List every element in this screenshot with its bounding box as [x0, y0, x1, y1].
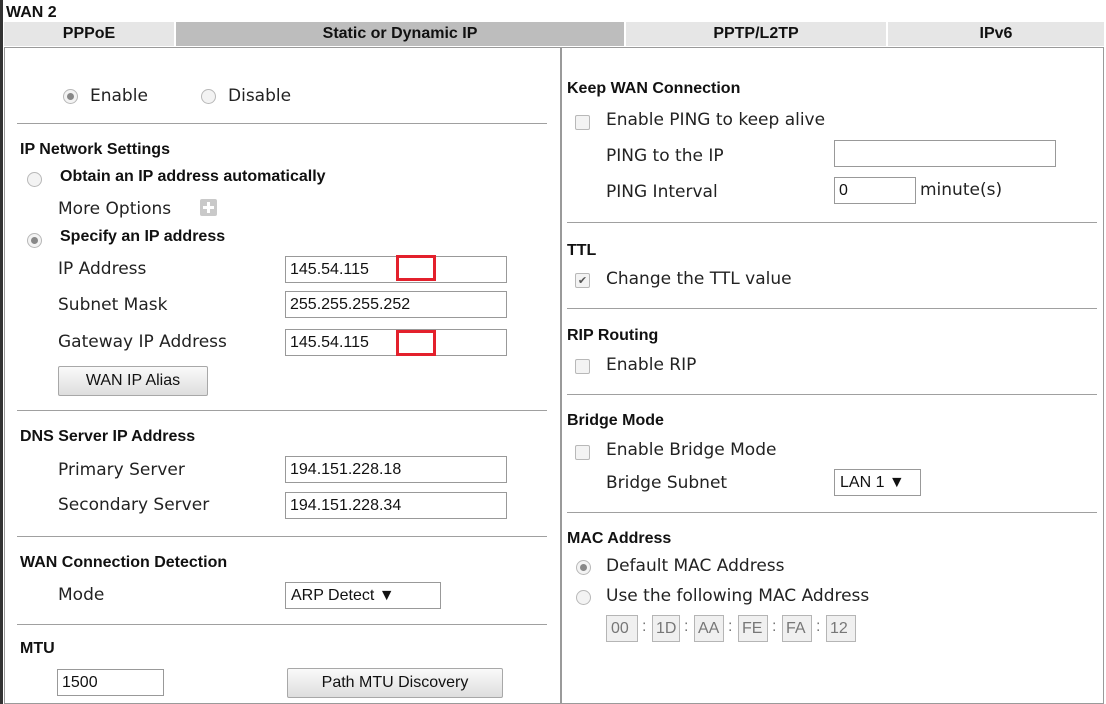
bridge-subnet-label: Bridge Subnet: [606, 473, 728, 493]
rip-heading: RIP Routing: [567, 327, 659, 344]
ttl-heading: TTL: [567, 242, 597, 259]
dns-heading: DNS Server IP Address: [20, 428, 196, 445]
enable-ping-label: Enable PING to keep alive: [606, 110, 826, 130]
subnet-mask-input[interactable]: 255.255.255.252: [285, 291, 507, 318]
more-options-label: More Options: [58, 199, 172, 219]
change-ttl-checkbox[interactable]: ✔: [575, 273, 590, 288]
specify-ip-radio[interactable]: [27, 233, 42, 248]
ping-interval-label: PING Interval: [606, 182, 718, 202]
tab-pptp-l2tp[interactable]: PPTP/L2TP: [626, 22, 888, 46]
enable-ping-checkbox[interactable]: [575, 115, 590, 130]
ip-address-label: IP Address: [58, 259, 147, 279]
disable-label: Disable: [228, 86, 292, 106]
enable-rip-checkbox[interactable]: [575, 359, 590, 374]
enable-label: Enable: [90, 86, 148, 106]
keep-wan-heading: Keep WAN Connection: [567, 80, 741, 97]
wan-ip-alias-button[interactable]: WAN IP Alias: [58, 366, 208, 396]
mac-separator: :: [816, 618, 821, 635]
primary-server-input[interactable]: 194.151.228.18: [285, 456, 507, 483]
path-mtu-discovery-button[interactable]: Path MTU Discovery: [287, 668, 503, 698]
primary-server-label: Primary Server: [58, 460, 185, 480]
obtain-auto-label: Obtain an IP address automatically: [60, 168, 326, 185]
mode-label: Mode: [58, 585, 105, 605]
enable-bridge-checkbox[interactable]: [575, 445, 590, 460]
mac-octet-input[interactable]: AA: [694, 615, 724, 642]
redaction-box: [396, 330, 436, 356]
tab-static-dynamic-ip[interactable]: Static or Dynamic IP: [176, 22, 626, 46]
enable-bridge-label: Enable Bridge Mode: [606, 440, 777, 460]
mac-octet-input[interactable]: 00: [606, 615, 638, 642]
divider: [17, 123, 547, 124]
secondary-server-input[interactable]: 194.151.228.34: [285, 492, 507, 519]
divider: [567, 222, 1097, 223]
divider: [567, 512, 1097, 513]
mac-octet-input[interactable]: 1D: [652, 615, 680, 642]
tab-bar: PPPoE Static or Dynamic IP PPTP/L2TP IPv…: [4, 22, 1104, 46]
divider: [567, 308, 1097, 309]
gateway-label: Gateway IP Address: [58, 332, 227, 352]
enable-rip-label: Enable RIP: [606, 355, 697, 375]
ping-ip-label: PING to the IP: [606, 146, 724, 166]
mtu-heading: MTU: [20, 640, 55, 657]
ip-network-heading: IP Network Settings: [20, 141, 170, 158]
mode-select[interactable]: ARP Detect ▼: [285, 582, 441, 609]
custom-mac-radio[interactable]: [576, 590, 591, 605]
redaction-box: [396, 255, 436, 281]
enable-radio[interactable]: [63, 89, 78, 104]
mac-separator: :: [728, 618, 733, 635]
mac-separator: :: [684, 618, 689, 635]
mac-octet-input[interactable]: 12: [826, 615, 856, 642]
divider: [17, 410, 547, 411]
obtain-auto-radio[interactable]: [27, 172, 42, 187]
bridge-heading: Bridge Mode: [567, 412, 664, 429]
mac-separator: :: [642, 618, 647, 635]
ping-interval-unit: minute(s): [920, 180, 1003, 200]
specify-ip-label: Specify an IP address: [60, 228, 226, 245]
expand-plus-icon[interactable]: [200, 199, 217, 216]
divider: [17, 536, 547, 537]
divider: [567, 394, 1097, 395]
tab-pppoe[interactable]: PPPoE: [4, 22, 176, 46]
divider: [17, 624, 547, 625]
detection-heading: WAN Connection Detection: [20, 554, 228, 571]
mac-heading: MAC Address: [567, 530, 672, 547]
ping-ip-input[interactable]: [834, 140, 1056, 167]
mac-octet-input[interactable]: FA: [782, 615, 812, 642]
disable-radio[interactable]: [201, 89, 216, 104]
default-mac-label: Default MAC Address: [606, 556, 785, 576]
bridge-subnet-select[interactable]: LAN 1 ▼: [834, 469, 921, 496]
custom-mac-label: Use the following MAC Address: [606, 586, 870, 606]
change-ttl-label: Change the TTL value: [606, 269, 792, 289]
mac-separator: :: [772, 618, 777, 635]
page-title: WAN 2: [6, 4, 57, 21]
ping-interval-input[interactable]: 0: [834, 177, 916, 204]
mtu-input[interactable]: 1500: [57, 669, 164, 696]
mac-octet-input[interactable]: FE: [738, 615, 768, 642]
subnet-mask-label: Subnet Mask: [58, 295, 168, 315]
secondary-server-label: Secondary Server: [58, 495, 210, 515]
default-mac-radio[interactable]: [576, 560, 591, 575]
tab-ipv6[interactable]: IPv6: [888, 22, 1104, 46]
